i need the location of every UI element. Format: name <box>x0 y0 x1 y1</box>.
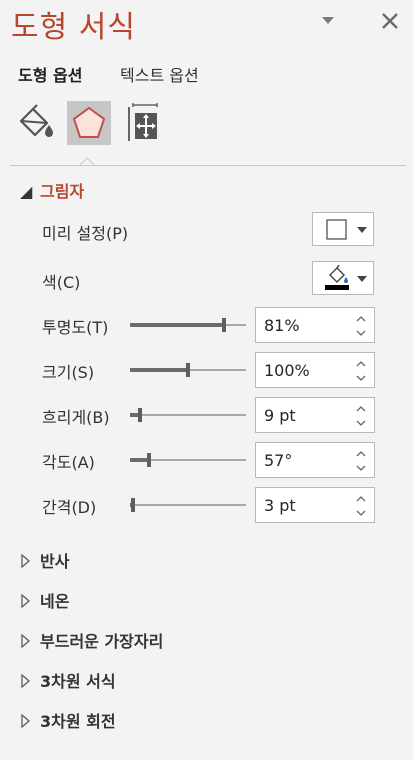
slider-thumb[interactable] <box>138 408 142 422</box>
distance-label: 간격(D) <box>42 498 97 517</box>
collapse-triangle-icon: ◢ <box>20 182 33 201</box>
blur-slider[interactable] <box>130 408 246 422</box>
spin-down-icon[interactable] <box>354 372 368 384</box>
expand-triangle-icon <box>20 672 40 691</box>
spin-up-icon[interactable] <box>354 358 368 370</box>
section-reflection-header[interactable]: 반사 <box>20 548 69 572</box>
size-properties-icon <box>128 103 158 141</box>
tab-shape-options[interactable]: 도형 옵션 <box>18 62 82 86</box>
section-reflection-label: 반사 <box>40 552 70 571</box>
spin-down-icon[interactable] <box>354 327 368 339</box>
section-shadow-header[interactable]: ◢ 그림자 <box>20 178 84 202</box>
transparency-label: 투명도(T) <box>42 318 109 337</box>
distance-value[interactable]: 3 pt <box>264 496 296 515</box>
spin-up-icon[interactable] <box>354 313 368 325</box>
blur-value[interactable]: 9 pt <box>264 406 296 425</box>
expand-triangle-icon <box>20 552 40 571</box>
tab-text-options[interactable]: 텍스트 옵션 <box>120 62 199 86</box>
angle-label: 각도(A) <box>42 453 95 472</box>
expand-triangle-icon <box>20 632 40 651</box>
size-label: 크기(S) <box>42 363 95 382</box>
selected-tab-notch <box>80 157 94 166</box>
section-3d-rotation-label: 3차원 회전 <box>40 712 116 731</box>
pane-title: 도형 서식 <box>11 10 136 45</box>
angle-value[interactable]: 57° <box>264 451 292 470</box>
transparency-value[interactable]: 81% <box>264 316 300 335</box>
section-glow-label: 네온 <box>40 592 70 611</box>
section-shadow-label: 그림자 <box>40 182 85 201</box>
paint-bucket-icon <box>329 264 348 283</box>
section-3d-format-label: 3차원 서식 <box>40 672 116 691</box>
size-properties-tab-button[interactable] <box>121 101 165 145</box>
spin-up-icon[interactable] <box>354 403 368 415</box>
fill-bucket-icon <box>19 104 53 137</box>
shadow-color-swatch <box>325 285 349 290</box>
spin-down-icon[interactable] <box>354 507 368 519</box>
expand-triangle-icon <box>20 712 40 731</box>
close-button[interactable] <box>378 9 402 33</box>
slider-fill <box>130 368 188 372</box>
angle-slider[interactable] <box>130 453 246 467</box>
expand-triangle-icon <box>20 592 40 611</box>
spin-down-icon[interactable] <box>354 417 368 429</box>
slider-track <box>130 504 246 506</box>
chevron-down-icon <box>357 227 367 233</box>
slider-thumb[interactable] <box>147 453 151 467</box>
spin-up-icon[interactable] <box>354 493 368 505</box>
divider <box>10 165 406 166</box>
preset-picker[interactable] <box>312 212 374 246</box>
slider-thumb[interactable] <box>186 363 190 377</box>
spin-down-icon[interactable] <box>354 462 368 474</box>
pentagon-effects-icon <box>72 106 106 138</box>
section-soft-edges-header[interactable]: 부드러운 가장자리 <box>20 628 163 652</box>
size-spinner[interactable]: 100% <box>255 352 375 388</box>
slider-fill <box>130 323 224 327</box>
slider-track <box>130 414 246 416</box>
section-glow-header[interactable]: 네온 <box>20 588 69 612</box>
section-soft-edges-label: 부드러운 가장자리 <box>40 632 164 651</box>
shadow-preset-icon <box>326 219 347 240</box>
chevron-down-icon <box>357 276 367 282</box>
close-icon <box>382 13 398 29</box>
distance-spinner[interactable]: 3 pt <box>255 487 375 523</box>
transparency-slider[interactable] <box>130 318 246 332</box>
preset-label: 미리 설정(P) <box>42 224 129 243</box>
task-pane-options-button[interactable] <box>318 10 338 30</box>
size-value[interactable]: 100% <box>264 361 310 380</box>
slider-thumb[interactable] <box>131 498 135 512</box>
section-3d-format-header[interactable]: 3차원 서식 <box>20 668 116 692</box>
effects-tab-button[interactable] <box>67 101 111 145</box>
transparency-spinner[interactable]: 81% <box>255 307 375 343</box>
fill-line-tab-button[interactable] <box>13 101 57 145</box>
spin-up-icon[interactable] <box>354 448 368 460</box>
angle-spinner[interactable]: 57° <box>255 442 375 478</box>
slider-thumb[interactable] <box>222 318 226 332</box>
color-picker[interactable] <box>312 261 374 295</box>
distance-slider[interactable] <box>130 498 246 512</box>
blur-label: 흐리게(B) <box>42 408 110 427</box>
color-label: 색(C) <box>42 273 81 292</box>
blur-spinner[interactable]: 9 pt <box>255 397 375 433</box>
section-3d-rotation-header[interactable]: 3차원 회전 <box>20 708 116 732</box>
size-slider[interactable] <box>130 363 246 377</box>
